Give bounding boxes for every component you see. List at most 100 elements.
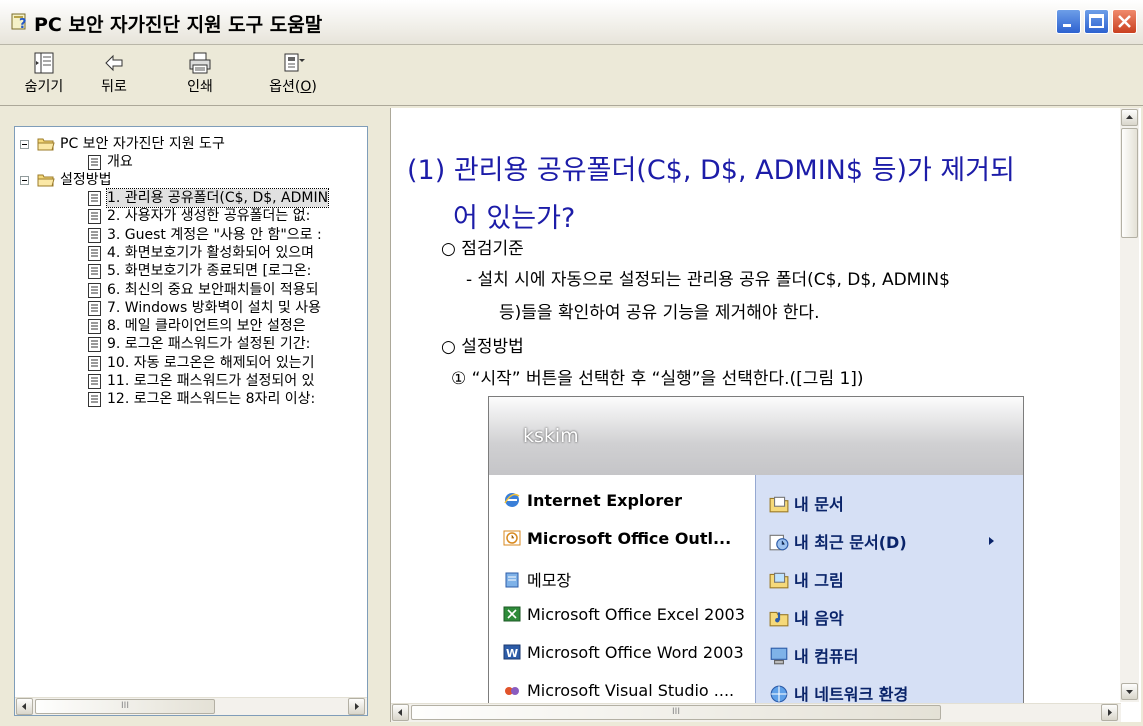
help-page-icon xyxy=(88,245,101,261)
scroll-thumb[interactable] xyxy=(1121,128,1138,238)
start-menu-program-label: Microsoft Office Word 2003 xyxy=(527,643,744,662)
tree-node-item[interactable]: 12. 로그온 패스워드는 8자리 이상: xyxy=(15,390,355,408)
criteria-line-1: - 설치 시에 자동으로 설정되는 관리용 공유 폴더(C$, D$, ADMI… xyxy=(466,270,950,290)
visual-studio-icon xyxy=(505,687,519,695)
arrow-up-icon xyxy=(1126,115,1133,119)
start-menu-place-item[interactable]: 내 컴퓨터 xyxy=(768,643,858,667)
tree-node-item[interactable]: 6. 최신의 중요 보안패치들이 적용되 xyxy=(15,281,355,299)
topic-horizontal-scrollbar[interactable]: III xyxy=(391,703,1121,722)
contents-horizontal-scrollbar[interactable]: III xyxy=(15,697,367,715)
tree-node-overview[interactable]: 개요 xyxy=(15,153,355,171)
help-page-icon xyxy=(88,264,101,280)
toolbar: 숨기기 뒤로 인쇄 옵션(O) xyxy=(0,45,1143,106)
scroll-right-button[interactable] xyxy=(1101,704,1118,721)
excel-icon xyxy=(503,606,521,622)
tree-node-item[interactable]: 5. 화면보호기가 종료되면 [로그온: xyxy=(15,262,355,280)
tree-node-item[interactable]: 11. 로그온 패스워드가 설정되어 있 xyxy=(15,372,355,390)
svg-text:W: W xyxy=(506,647,518,660)
start-menu-program-item[interactable]: Internet Explorer xyxy=(503,491,682,510)
start-menu-program-item[interactable]: Microsoft Office Excel 2003 xyxy=(503,605,745,624)
tree-node-settings[interactable]: 설정방법 xyxy=(15,171,355,189)
help-page-icon xyxy=(88,319,101,335)
help-page-icon xyxy=(88,282,101,298)
options-icon xyxy=(284,53,305,72)
start-menu-program-item[interactable]: Microsoft Visual Studio .... xyxy=(503,681,734,700)
network-icon xyxy=(770,685,788,703)
scroll-thumb[interactable]: III xyxy=(35,699,215,714)
close-button[interactable] xyxy=(1112,9,1137,34)
help-page-icon xyxy=(88,155,101,170)
tree-item-label: 10. 자동 로그온은 해제되어 있는기 xyxy=(107,354,315,371)
my-music-icon xyxy=(769,611,789,627)
scroll-left-button[interactable] xyxy=(392,704,409,721)
tree-label-root: PC 보안 자가진단 지원 도구 xyxy=(60,136,225,152)
scroll-thumb[interactable]: III xyxy=(411,705,941,720)
start-menu-programs: Internet Explorer Microsoft Office Outl..… xyxy=(489,475,754,722)
start-menu-program-item[interactable]: W Microsoft Office Word 2003 xyxy=(503,643,744,662)
tree-node-item[interactable]: 7. Windows 방화벽이 설치 및 사용 xyxy=(15,299,355,317)
start-menu-place-item[interactable]: 내 최근 문서(D) xyxy=(768,529,994,553)
maximize-button[interactable] xyxy=(1084,9,1109,34)
svg-text:?: ? xyxy=(19,17,27,31)
topic-heading-line2: 어 있는가? xyxy=(453,203,576,234)
start-menu-place-item[interactable]: 내 그림 xyxy=(768,567,844,591)
help-page-icon xyxy=(88,337,101,353)
tree-node-item[interactable]: 3. Guest 계정은 "사용 안 함"으로 : xyxy=(15,226,355,244)
tree-node-item[interactable]: 1. 관리용 공유폴더(C$, D$, ADMIN xyxy=(15,188,355,208)
start-menu-program-label: Microsoft Visual Studio .... xyxy=(527,681,735,700)
maximize-icon xyxy=(1089,14,1104,28)
submenu-arrow-icon xyxy=(988,532,996,551)
start-menu-place-item[interactable]: 내 네트워크 환경 xyxy=(768,681,908,705)
contents-pane: PC 보안 자가진단 지원 도구 개요 설정방법 1. 관리용 공유폴더(C$,… xyxy=(14,126,368,716)
print-button[interactable]: 인쇄 xyxy=(170,49,230,101)
window-title: PC 보안 자가진단 지원 도구 도움말 xyxy=(34,14,323,36)
back-button[interactable]: 뒤로 xyxy=(84,49,144,101)
start-menu-place-item[interactable]: 내 음악 xyxy=(768,605,844,629)
tree-node-item[interactable]: 4. 화면보호기가 활성화되어 있으며 xyxy=(15,244,355,262)
tree-item-label: 12. 로그온 패스워드는 8자리 이상: xyxy=(107,391,316,408)
arrow-right-icon xyxy=(1108,709,1112,716)
tree-label-overview: 개요 xyxy=(107,154,133,170)
scroll-right-button[interactable] xyxy=(348,698,365,715)
internet-explorer-icon xyxy=(504,493,520,507)
tree-node-item[interactable]: 9. 로그온 패스워드가 설정된 기간: xyxy=(15,335,355,353)
collapse-toggle-icon[interactable] xyxy=(20,140,29,149)
outlook-icon xyxy=(503,530,521,546)
help-window: ? PC 보안 자가진단 지원 도구 도움말 숨기기 뒤로 인쇄 옵션(O) P… xyxy=(0,0,1143,726)
tree-node-root[interactable]: PC 보안 자가진단 지원 도구 xyxy=(15,135,355,153)
open-folder-icon xyxy=(37,174,55,187)
help-page-icon xyxy=(88,300,101,316)
tree-item-label: 9. 로그온 패스워드가 설정된 기간: xyxy=(107,336,311,353)
help-page-icon xyxy=(88,227,101,243)
help-page-icon xyxy=(88,374,101,389)
start-menu-program-item[interactable]: Microsoft Office Outl... xyxy=(503,529,731,548)
help-page-icon xyxy=(88,355,101,371)
start-menu-header: kskim xyxy=(489,397,1023,475)
start-menu-program-label: Microsoft Office Excel 2003 xyxy=(527,605,745,624)
start-menu-place-label: 내 그림 xyxy=(794,571,844,590)
topic-vertical-scrollbar[interactable] xyxy=(1120,108,1139,702)
tree-node-item[interactable]: 2. 사용자가 생성한 공유폴더는 없: xyxy=(15,207,355,225)
start-menu-place-item[interactable]: 내 문서 xyxy=(768,491,844,515)
tree-item-label: 2. 사용자가 생성한 공유폴더는 없: xyxy=(107,208,311,225)
start-menu-program-item[interactable]: 메모장 xyxy=(503,567,571,591)
tree-node-item[interactable]: 8. 메일 클라이언트의 보안 설정은 xyxy=(15,317,355,335)
start-menu-place-label: 내 최근 문서(D) xyxy=(794,533,907,552)
scroll-down-button[interactable] xyxy=(1121,683,1138,700)
tree-item-label: 3. Guest 계정은 "사용 안 함"으로 : xyxy=(107,226,322,243)
title-bar[interactable]: ? PC 보안 자가진단 지원 도구 도움말 xyxy=(0,0,1143,45)
scroll-up-button[interactable] xyxy=(1121,109,1138,126)
scroll-left-button[interactable] xyxy=(16,698,33,715)
word-icon: W xyxy=(503,644,521,660)
collapse-toggle-icon[interactable] xyxy=(20,176,29,185)
contents-tree: PC 보안 자가진단 지원 도구 개요 설정방법 1. 관리용 공유폴더(C$,… xyxy=(15,127,367,687)
start-menu-place-label: 내 음악 xyxy=(794,609,844,628)
start-menu-place-label: 내 컴퓨터 xyxy=(794,647,859,666)
help-page-icon xyxy=(88,209,101,225)
tree-item-label: 8. 메일 클라이언트의 보안 설정은 xyxy=(107,318,306,335)
minimize-button[interactable] xyxy=(1056,9,1081,34)
hide-button[interactable]: 숨기기 xyxy=(14,49,74,101)
options-button[interactable]: 옵션(O) xyxy=(258,49,328,101)
tree-node-item[interactable]: 10. 자동 로그온은 해제되어 있는기 xyxy=(15,354,355,372)
tree-item-label: 6. 최신의 중요 보안패치들이 적용되 xyxy=(107,281,319,298)
